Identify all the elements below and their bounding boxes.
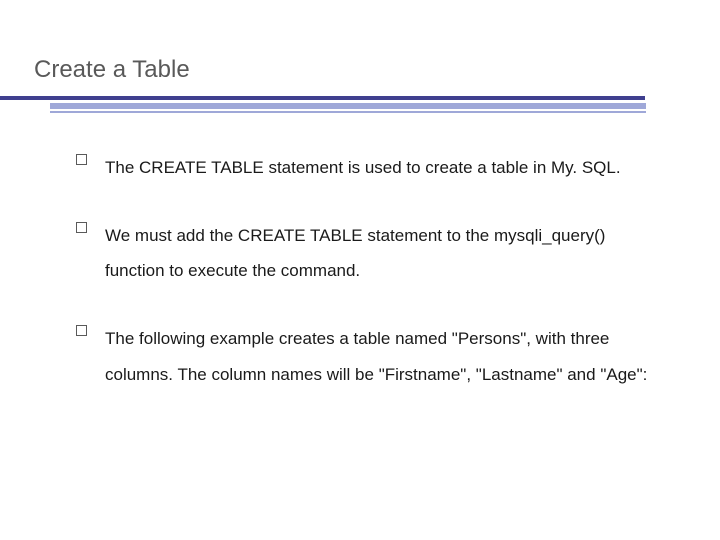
- square-bullet-icon: [76, 222, 87, 233]
- list-item: The CREATE TABLE statement is used to cr…: [76, 150, 666, 186]
- list-item-text: The CREATE TABLE statement is used to cr…: [105, 150, 621, 186]
- list-item: We must add the CREATE TABLE statement t…: [76, 218, 666, 289]
- list-item-text: We must add the CREATE TABLE statement t…: [105, 218, 666, 289]
- list-item-text: The following example creates a table na…: [105, 321, 666, 392]
- list-item: The following example creates a table na…: [76, 321, 666, 392]
- slide-body: The CREATE TABLE statement is used to cr…: [76, 150, 666, 424]
- square-bullet-icon: [76, 154, 87, 165]
- slide-title: Create a Table: [34, 56, 190, 84]
- title-divider: [0, 96, 720, 113]
- slide: Create a Table The CREATE TABLE statemen…: [0, 0, 720, 540]
- square-bullet-icon: [76, 325, 87, 336]
